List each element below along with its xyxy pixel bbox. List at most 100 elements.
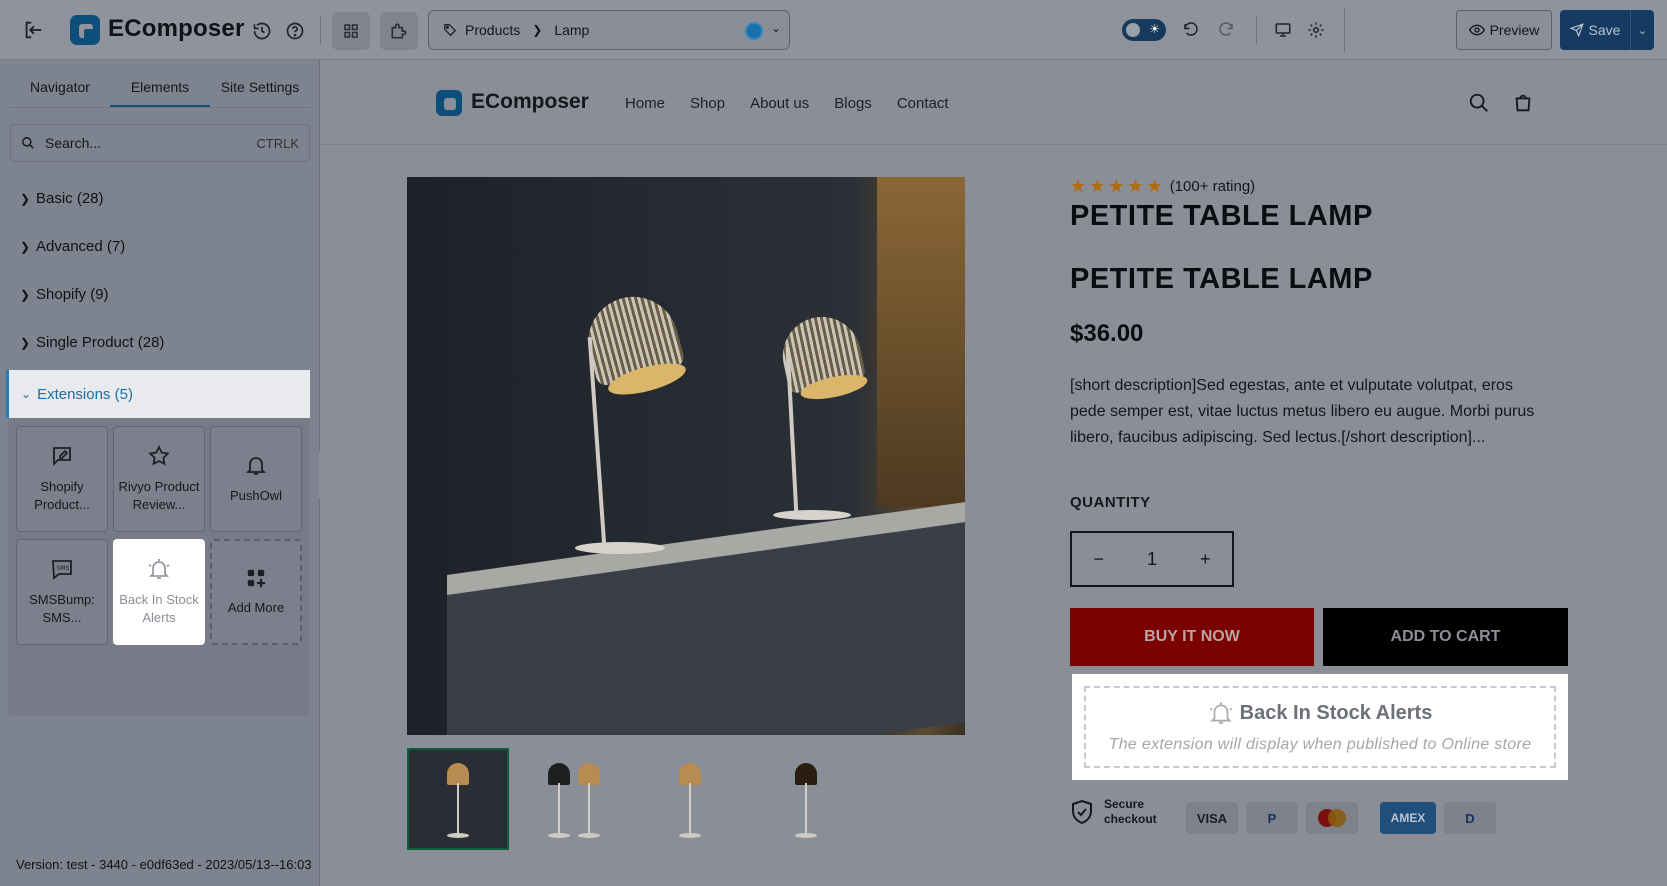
chevron-right-icon: ❯ (20, 335, 31, 350)
toolbar-divider (320, 16, 321, 44)
thumbnail-lamp (574, 759, 604, 839)
quantity-value[interactable]: 1 (1147, 549, 1157, 570)
category-label: Advanced (7) (36, 238, 126, 255)
desktop-icon[interactable] (1272, 19, 1294, 41)
thumbnail-3[interactable] (639, 748, 741, 850)
thumbnail-2[interactable] (523, 748, 625, 850)
extension-label: PushOwl (229, 488, 283, 503)
product-rating: ★★★★★ (100+ rating) (1070, 176, 1255, 197)
chevron-right-icon: ❯ (20, 287, 31, 302)
back-in-stock-title: Back In Stock Alerts (1208, 700, 1433, 726)
grid-icon (344, 24, 358, 38)
payment-label: VISA (1196, 810, 1228, 826)
version-text: Version: test - 3440 - e0df63ed - 2023/0… (16, 857, 312, 872)
plus-icon[interactable]: + (1200, 549, 1211, 570)
extension-smsbump[interactable]: SMS SMSBump: SMS... (16, 539, 108, 645)
extension-label: Shopify Product... (34, 479, 90, 512)
category-extensions[interactable]: ⌄ Extensions (5) (6, 370, 310, 418)
preview-button[interactable]: Preview (1456, 10, 1552, 50)
breadcrumb-item-products[interactable]: Products (465, 22, 520, 38)
extension-back-in-stock-alerts[interactable]: Back In Stock Alerts (113, 539, 205, 645)
save-label: Save (1588, 22, 1621, 38)
thumbnail-lamp (544, 759, 574, 839)
gear-icon[interactable] (1305, 19, 1327, 41)
category-single-product[interactable]: ❯ Single Product (28) (20, 334, 164, 351)
nav-home[interactable]: Home (625, 95, 665, 112)
category-basic[interactable]: ❯ Basic (28) (20, 190, 104, 207)
bell-icon (244, 453, 268, 479)
cart-icon[interactable] (1512, 92, 1536, 116)
edit-message-icon (50, 444, 74, 470)
category-label: Single Product (28) (36, 334, 165, 351)
extension-label: Back In Stock Alerts (119, 592, 199, 625)
store-logo-icon (436, 90, 462, 116)
toolbar-divider (1256, 16, 1257, 44)
extension-label: Add More (227, 600, 285, 615)
save-button[interactable]: Save ⌄ (1560, 10, 1654, 50)
nav-blogs[interactable]: Blogs (834, 95, 872, 112)
add-more-button[interactable]: Add More (210, 539, 302, 645)
secure-checkout-text: Secure checkout (1104, 797, 1157, 826)
product-price: $36.00 (1070, 320, 1144, 347)
send-icon (1569, 23, 1584, 37)
save-dropdown-chevron-icon[interactable]: ⌄ (1630, 10, 1654, 50)
category-advanced[interactable]: ❯ Advanced (7) (20, 238, 125, 255)
search-placeholder: Search... (45, 135, 102, 151)
app-title: EComposer (108, 15, 245, 42)
minus-icon[interactable]: − (1093, 549, 1104, 570)
product-main-image[interactable] (407, 177, 965, 735)
tab-site-settings[interactable]: Site Settings (210, 72, 310, 107)
buy-now-button[interactable]: BUY IT NOW (1070, 608, 1314, 666)
back-in-stock-title-text: Back In Stock Alerts (1239, 701, 1433, 724)
search-icon[interactable] (1468, 92, 1492, 116)
tab-elements[interactable]: Elements (110, 72, 210, 107)
category-shopify[interactable]: ❯ Shopify (9) (20, 286, 109, 303)
add-to-cart-button[interactable]: ADD TO CART (1323, 608, 1568, 666)
visa-icon: VISA (1186, 802, 1238, 834)
help-icon[interactable] (283, 19, 307, 43)
lamp-base-right (773, 510, 851, 520)
extension-shopify-product[interactable]: Shopify Product... (16, 426, 108, 532)
mastercard-icon (1306, 802, 1358, 834)
secure-checkout: Secure checkout (1070, 797, 1164, 827)
store-nav: Home Shop About us Blogs Contact (625, 95, 949, 112)
thumbnail-lamp (443, 759, 473, 839)
tab-navigator[interactable]: Navigator (10, 72, 110, 107)
extension-label: Rivyo Product Review... (118, 479, 200, 512)
payment-label: D (1465, 810, 1475, 826)
search-input[interactable]: Search... CTRLK (10, 124, 310, 162)
tag-icon (444, 24, 457, 37)
chevron-down-icon[interactable]: ⌄ (771, 21, 781, 35)
product-title: PETITE TABLE LAMP (1070, 200, 1373, 232)
back-in-stock-widget[interactable]: Back In Stock Alerts The extension will … (1072, 674, 1568, 780)
product-description: [short description]Sed egestas, ante et … (1070, 377, 1535, 446)
nav-contact[interactable]: Contact (897, 95, 949, 112)
extension-pushowl[interactable]: PushOwl (210, 426, 302, 532)
exit-icon[interactable] (20, 18, 46, 42)
sidebar: Navigator Elements Site Settings Search.… (0, 60, 320, 886)
app-logo-icon (70, 15, 100, 45)
status-icon (745, 22, 763, 40)
chevron-down-icon: ⌄ (21, 387, 32, 401)
star-icon (147, 444, 171, 470)
rating-text: (100+ rating) (1169, 178, 1256, 195)
shield-check-icon (1072, 799, 1092, 825)
store-brand: EComposer (471, 90, 589, 113)
redo-icon[interactable] (1215, 19, 1237, 41)
layout-grid-button[interactable] (332, 12, 370, 50)
dark-mode-toggle[interactable]: ☀ (1122, 19, 1166, 41)
thumbnail-lamp (791, 759, 821, 839)
extensions-button[interactable] (380, 12, 418, 50)
thumbnail-1[interactable] (407, 748, 509, 850)
nav-shop[interactable]: Shop (690, 95, 725, 112)
undo-icon[interactable] (1180, 19, 1202, 41)
category-label: Basic (28) (36, 190, 104, 207)
thumbnail-4[interactable] (755, 748, 857, 850)
nav-about[interactable]: About us (750, 95, 809, 112)
quantity-stepper[interactable]: − 1 + (1070, 531, 1234, 587)
page-breadcrumb[interactable]: Products ❯ Lamp ⌄ (428, 10, 790, 50)
extension-rivyo-review[interactable]: Rivyo Product Review... (113, 426, 205, 532)
history-icon[interactable] (250, 19, 274, 43)
product-thumbnails (407, 748, 857, 850)
back-in-stock-placeholder: Back In Stock Alerts The extension will … (1084, 686, 1556, 768)
